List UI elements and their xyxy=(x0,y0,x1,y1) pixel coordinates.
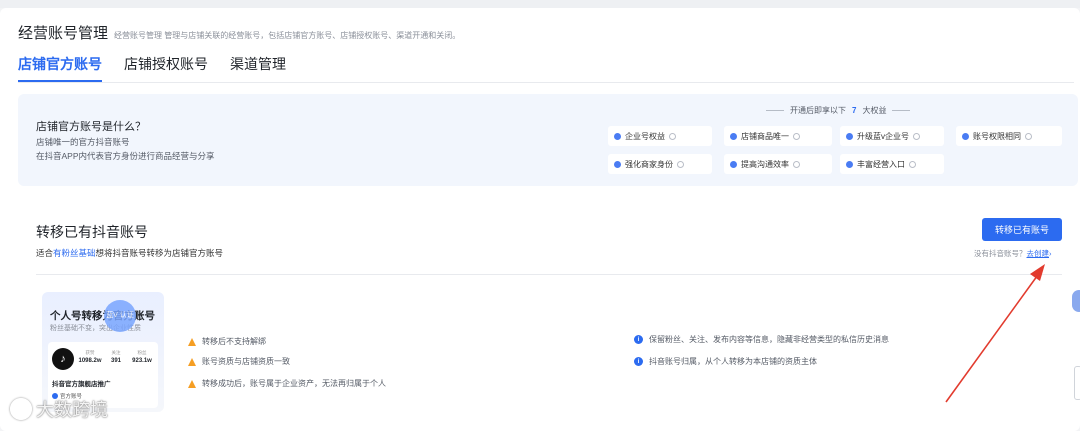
arrow-shaft xyxy=(945,271,1041,403)
watermark-text: 大数跨境 xyxy=(36,400,108,420)
annotation-arrow xyxy=(945,264,1045,403)
watermark: 大数跨境 xyxy=(10,396,108,422)
arrow-head xyxy=(1030,264,1045,281)
watermark-logo-icon xyxy=(10,398,32,420)
